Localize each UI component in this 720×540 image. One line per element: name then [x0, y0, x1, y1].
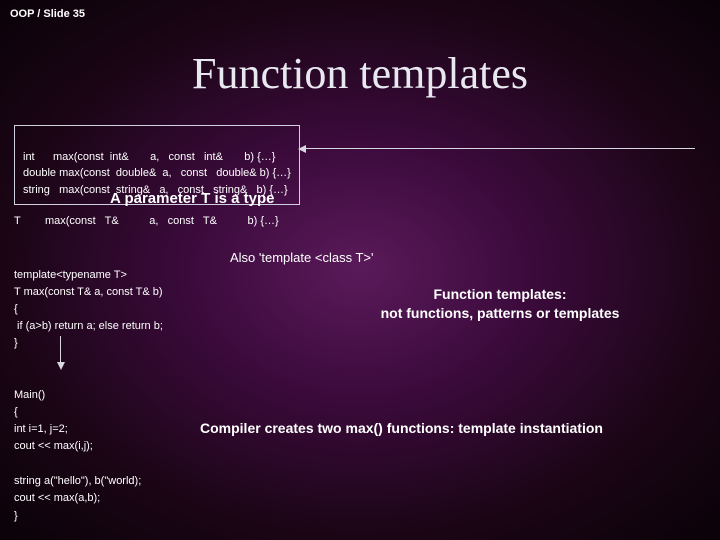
- overload-int: int max(const int& a, const int& b) {…}: [23, 151, 275, 163]
- main-line-3: int i=1, j=2;: [14, 423, 68, 435]
- arrow-head-icon: [57, 362, 65, 370]
- compiler-instantiation-note: Compiler creates two max() functions: te…: [200, 420, 603, 436]
- main-line-1: Main(): [14, 389, 45, 401]
- arrow-head-icon: [298, 145, 306, 153]
- tmpl-line-2: T max(const T& a, const T& b): [14, 286, 163, 298]
- main-code-block: Main() { int i=1, j=2; cout << max(i,j);: [14, 370, 93, 455]
- main-line-4: cout << max(i,j);: [14, 440, 93, 452]
- also-template-class-note: Also 'template <class T>': [230, 250, 373, 265]
- slide-title: Function templates: [0, 48, 720, 99]
- template-definition: template<typename T> T max(const T& a, c…: [14, 250, 163, 352]
- arrow-template-to-main: [60, 336, 61, 364]
- subheading: A parameter T is a type: [110, 190, 275, 207]
- string-line-2: cout << max(a,b);: [14, 492, 100, 504]
- string-code-block: string a("hello"), b("world); cout << ma…: [14, 455, 141, 525]
- overload-double: double max(const double& a, const double…: [23, 167, 291, 179]
- generic-signature: T max(const T& a, const T& b) {…}: [14, 215, 279, 227]
- arrow-into-overloads: [305, 148, 695, 149]
- tmpl-line-1: template<typename T>: [14, 269, 127, 281]
- function-templates-note: Function templates: not functions, patte…: [340, 285, 660, 323]
- string-line-3: }: [14, 510, 18, 522]
- string-line-1: string a("hello"), b("world);: [14, 475, 141, 487]
- ft-note-line-2: not functions, patterns or templates: [381, 305, 620, 321]
- ft-note-line-1: Function templates:: [433, 286, 566, 302]
- tmpl-line-4: if (a>b) return a; else return b;: [14, 320, 163, 332]
- breadcrumb: OOP / Slide 35: [10, 8, 85, 20]
- tmpl-line-5: }: [14, 337, 18, 349]
- tmpl-line-3: {: [14, 303, 18, 315]
- main-line-2: {: [14, 406, 18, 418]
